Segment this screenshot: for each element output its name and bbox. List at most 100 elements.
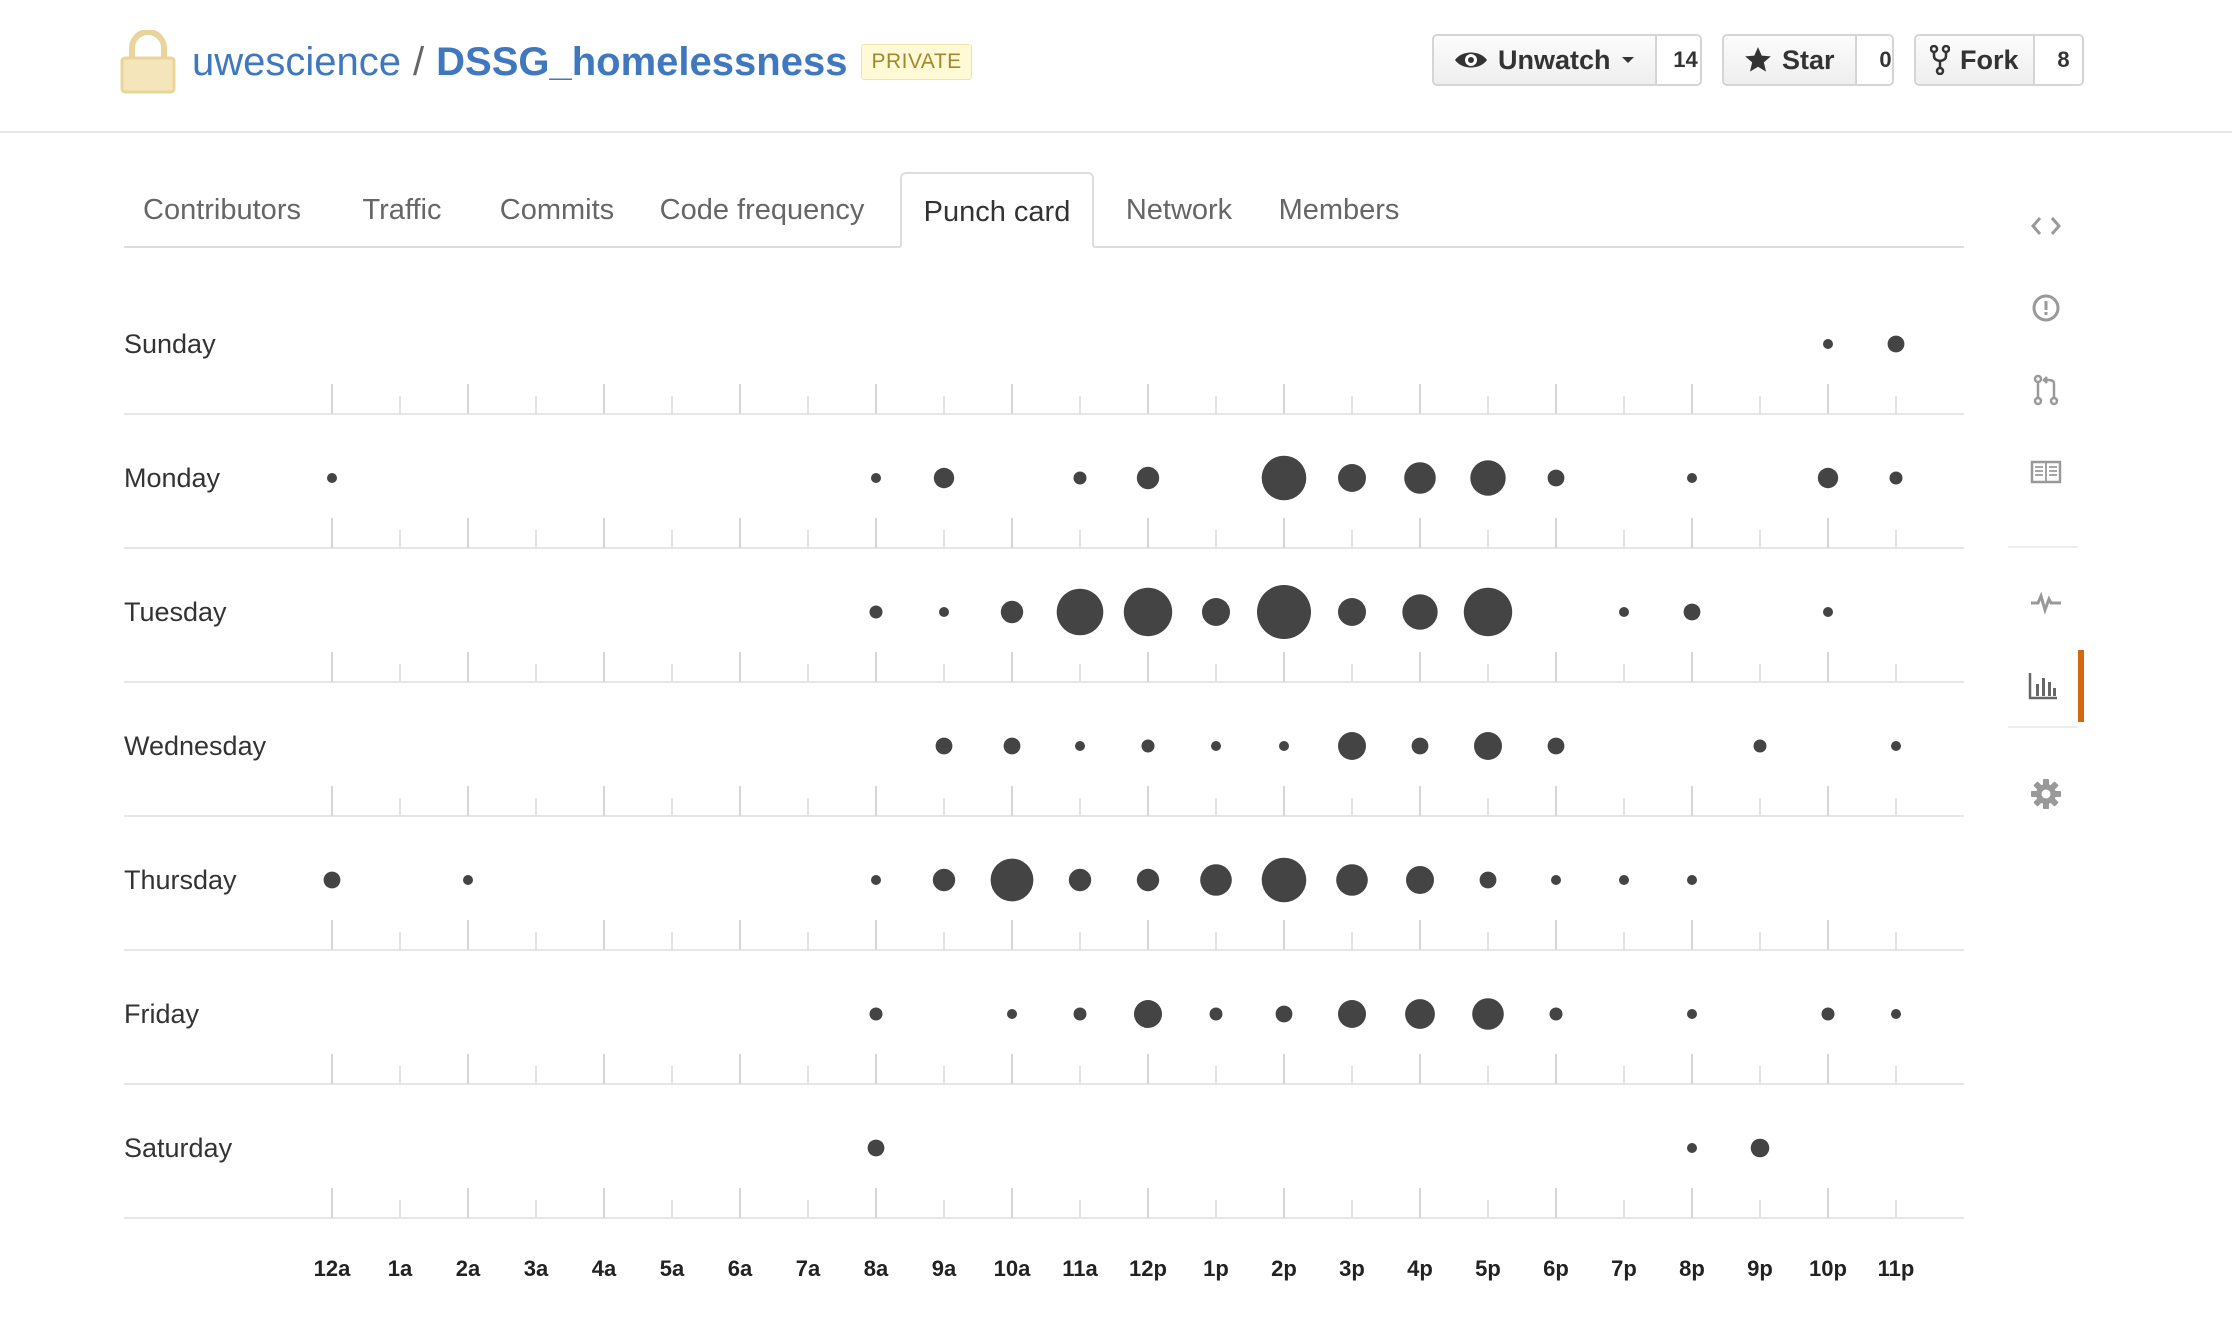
- punch-dot: [1402, 594, 1438, 630]
- punch-dot: [1136, 868, 1160, 892]
- hour-label: 12p: [1129, 1256, 1167, 1281]
- sidebar-item-pull-requests[interactable]: [2008, 354, 2084, 426]
- punch-dot: [1472, 998, 1504, 1030]
- punch-dot: [1687, 1009, 1697, 1019]
- punch-dot: [1891, 1009, 1901, 1019]
- hour-label: 4a: [592, 1256, 617, 1281]
- punch-dot: [323, 871, 341, 889]
- hour-label: 10a: [994, 1256, 1031, 1281]
- day-label: Friday: [124, 999, 200, 1029]
- hour-label: 2a: [456, 1256, 481, 1281]
- hour-label: 9a: [932, 1256, 957, 1281]
- issues-icon: [2032, 294, 2060, 322]
- punch-dot: [1619, 607, 1629, 617]
- punch-dot: [1474, 732, 1502, 760]
- punch-dot: [1470, 460, 1506, 496]
- hour-label: 8p: [1679, 1256, 1705, 1281]
- day-label: Saturday: [124, 1133, 233, 1163]
- graphs-icon: [2028, 673, 2057, 700]
- punch-dot: [1817, 467, 1839, 489]
- punch-dot: [1404, 462, 1436, 494]
- day-label: Thursday: [124, 865, 237, 895]
- punch-dot: [1211, 741, 1221, 751]
- punch-dot: [1406, 866, 1434, 894]
- punch-dot: [1068, 868, 1092, 892]
- punch-dot: [990, 858, 1034, 902]
- punch-dot: [1200, 864, 1232, 896]
- punch-dot: [1479, 871, 1497, 889]
- sidebar-item-pulse[interactable]: [2008, 566, 2084, 638]
- sidebar-item-issues[interactable]: [2008, 272, 2084, 344]
- punch-dot: [1547, 469, 1565, 487]
- hour-label: 3a: [524, 1256, 549, 1281]
- hour-label: 1p: [1203, 1256, 1229, 1281]
- punch-dot: [1823, 339, 1833, 349]
- punch-dot: [869, 1007, 883, 1021]
- punch-dot: [1683, 603, 1701, 621]
- day-label: Wednesday: [124, 731, 267, 761]
- sidebar-item-wiki[interactable]: [2008, 436, 2084, 508]
- punch-dot: [1687, 875, 1697, 885]
- punch-dot: [1275, 1005, 1293, 1023]
- punch-dot: [939, 607, 949, 617]
- hour-label: 9p: [1747, 1256, 1773, 1281]
- punch-dot: [1000, 600, 1024, 624]
- punch-dot: [1750, 1138, 1770, 1158]
- punch-dot: [1463, 587, 1513, 637]
- punch-dot: [1823, 607, 1833, 617]
- hour-label: 10p: [1809, 1256, 1847, 1281]
- sidebar-divider: [2008, 546, 2078, 548]
- hour-label: 12a: [314, 1256, 351, 1281]
- punch-dot: [871, 473, 881, 483]
- settings-icon: [2031, 779, 2061, 809]
- punch-dot: [869, 605, 883, 619]
- punch-dot: [932, 868, 956, 892]
- punch-dot: [1687, 473, 1697, 483]
- punch-dot: [1257, 585, 1311, 639]
- sidebar-item-graphs[interactable]: [2008, 650, 2084, 722]
- hour-label: 11a: [1062, 1256, 1098, 1281]
- sidebar-item-settings[interactable]: [2008, 758, 2084, 830]
- punch-dot: [1338, 732, 1366, 760]
- punch-dot: [1887, 335, 1905, 353]
- punch-dot: [1753, 739, 1767, 753]
- punch-dot: [1261, 455, 1307, 501]
- day-label: Tuesday: [124, 597, 227, 627]
- hour-label: 1a: [388, 1256, 413, 1281]
- hour-label: 4p: [1407, 1256, 1433, 1281]
- hour-label: 7p: [1611, 1256, 1637, 1281]
- punch-dot: [1209, 1007, 1223, 1021]
- punch-dot: [1003, 737, 1021, 755]
- punch-dot: [1891, 741, 1901, 751]
- repo-sidebar: [2008, 180, 2084, 860]
- punch-dot: [871, 875, 881, 885]
- code-icon: [2031, 217, 2061, 235]
- hour-label: 3p: [1339, 1256, 1365, 1281]
- punch-dot: [1338, 1000, 1366, 1028]
- sidebar-item-code[interactable]: [2008, 190, 2084, 262]
- punch-dot: [935, 737, 953, 755]
- hour-label: 11p: [1878, 1256, 1915, 1281]
- pull-request-icon: [2033, 374, 2059, 406]
- punch-dot: [1007, 1009, 1017, 1019]
- punch-dot: [1619, 875, 1629, 885]
- punch-dot: [1056, 588, 1104, 636]
- punch-dot: [1551, 875, 1561, 885]
- punch-dot: [1279, 741, 1289, 751]
- punch-dot: [867, 1139, 885, 1157]
- punch-dot: [1687, 1143, 1697, 1153]
- punch-dot: [1202, 598, 1230, 626]
- hour-label: 8a: [864, 1256, 889, 1281]
- punch-dot: [1141, 739, 1155, 753]
- punch-dot: [1889, 471, 1903, 485]
- hour-label: 5a: [660, 1256, 685, 1281]
- punch-dot: [1411, 737, 1429, 755]
- day-label: Sunday: [124, 329, 216, 359]
- punch-dot: [933, 467, 955, 489]
- punch-dot: [1075, 741, 1085, 751]
- hour-label: 2p: [1271, 1256, 1297, 1281]
- punch-dot: [1405, 999, 1435, 1029]
- hour-label: 5p: [1475, 1256, 1501, 1281]
- pulse-icon: [2031, 591, 2061, 614]
- punch-dot: [1136, 466, 1160, 490]
